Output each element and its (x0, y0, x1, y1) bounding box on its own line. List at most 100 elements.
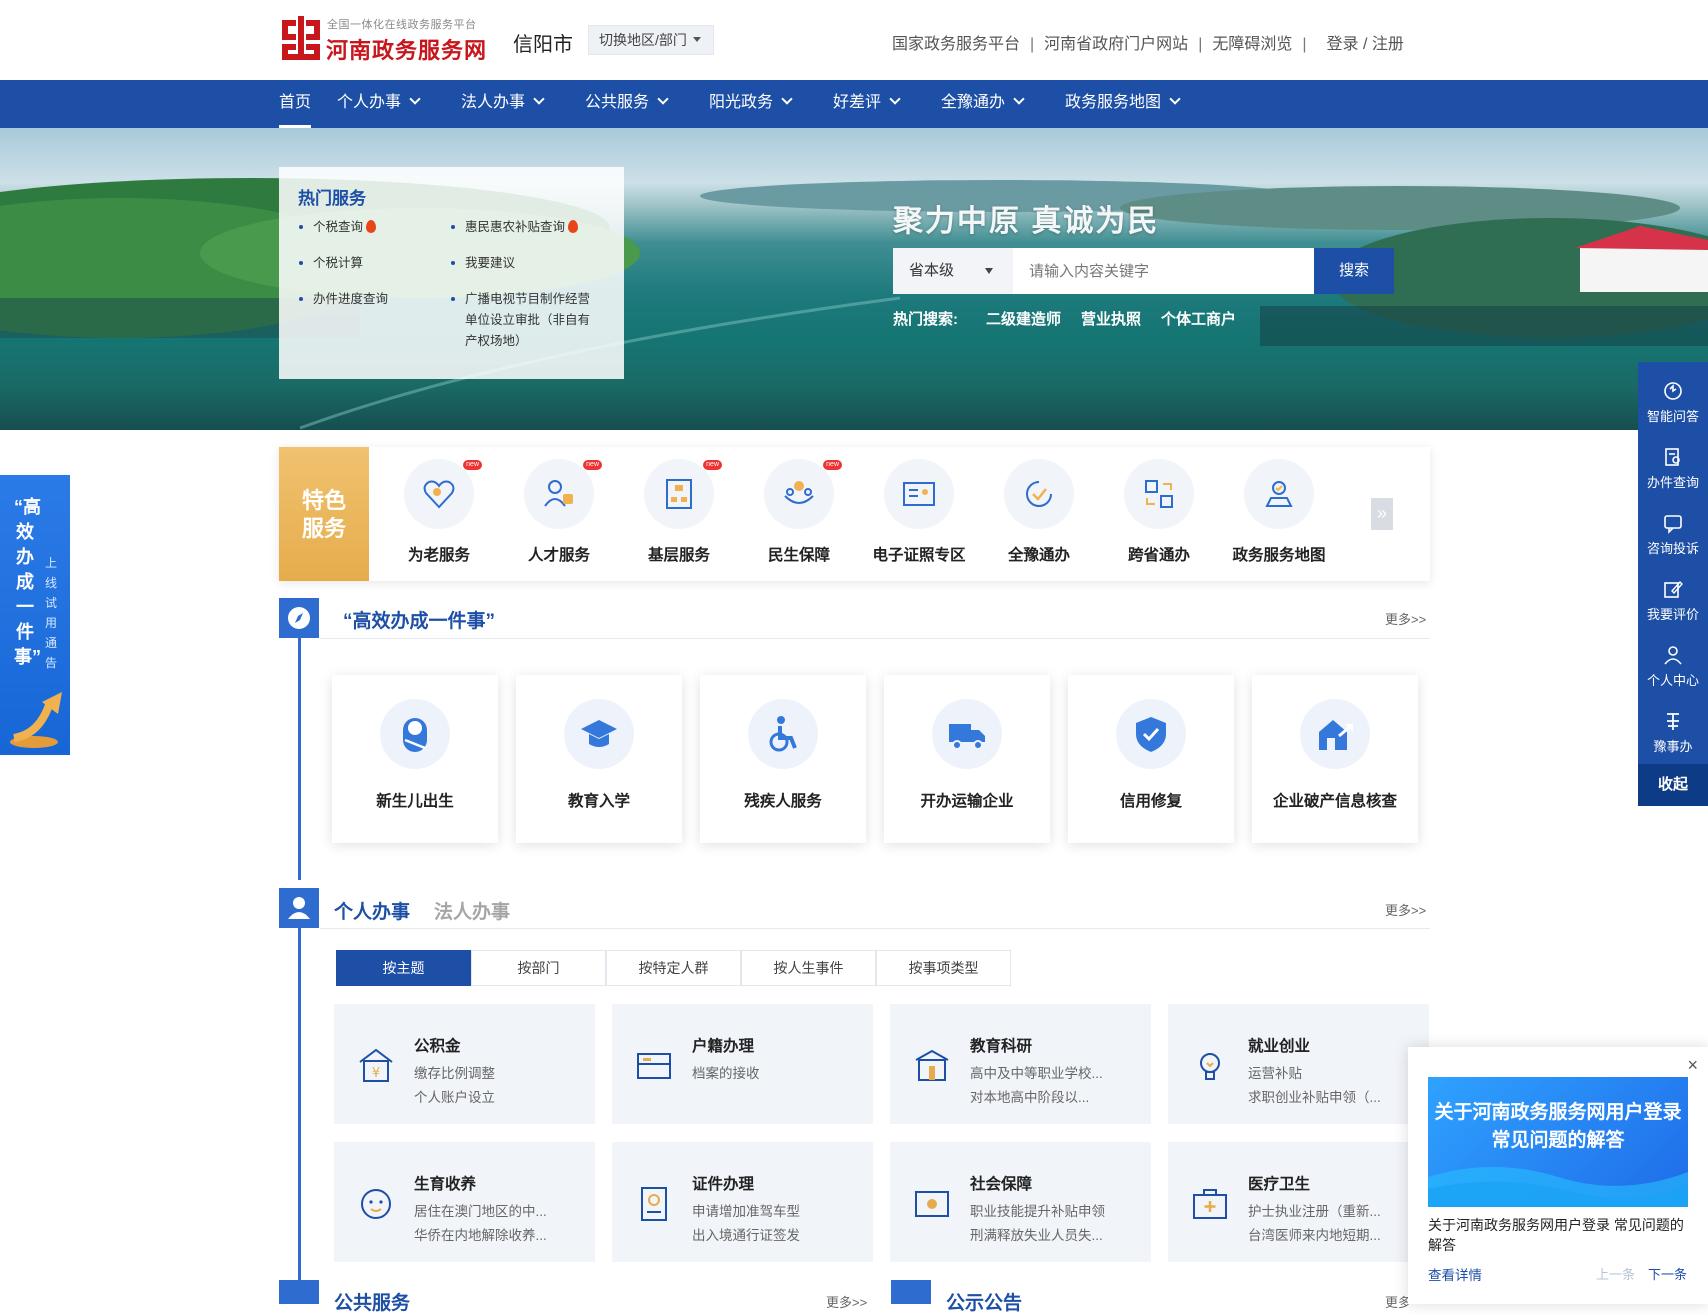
feature-icon-wrap (884, 459, 954, 529)
view-detail-link[interactable]: 查看详情 (1428, 1264, 1482, 1284)
feature-talent[interactable]: new 人才服务 (499, 459, 619, 571)
nav-sunshine-gov[interactable]: 阳光政务 (709, 80, 793, 128)
category-subitem[interactable]: 台湾医师来内地短期... (1248, 1224, 1408, 1244)
rb-case-query[interactable]: 办件查询 (1638, 438, 1708, 504)
nav-label: 全豫通办 (941, 94, 1006, 111)
new-badge: new (463, 460, 482, 470)
category-education[interactable]: 教育科研 高中及中等职业学校... 对本地高中阶段以... (890, 1004, 1151, 1124)
hot-search-keyword[interactable]: 个体工商户 (1161, 311, 1236, 328)
category-employment[interactable]: 就业创业 运营补贴 求职创业补贴申领（... (1168, 1004, 1429, 1124)
logo-title[interactable]: 河南政务服务网 (326, 33, 487, 65)
right-floating-toolbar: 智能问答 办件查询 咨询投诉 我要评价 个人中心 豫事办 收起 (1638, 362, 1708, 806)
search-input[interactable] (1013, 248, 1307, 294)
category-subitem[interactable]: 护士执业注册（重新... (1248, 1200, 1408, 1220)
category-subitem[interactable]: 华侨在内地解除收养... (414, 1224, 574, 1244)
tab-personal-affairs[interactable]: 个人办事 (334, 897, 410, 924)
category-subitem[interactable]: 求职创业补贴申领（... (1248, 1086, 1408, 1106)
category-subitem[interactable]: 申请增加准驾车型 (692, 1200, 852, 1220)
hot-search-keyword[interactable]: 二级建造师 (986, 311, 1061, 328)
rb-yushiban[interactable]: 豫事办 (1638, 702, 1708, 768)
efficient-card-transport[interactable]: 开办运输企业 (884, 675, 1050, 843)
category-subitem[interactable]: 缴存比例调整 (414, 1062, 574, 1082)
link-national-platform[interactable]: 国家政务服务平台 (892, 30, 1020, 54)
collapse-button[interactable]: 收起 (1638, 764, 1708, 806)
tab-by-group[interactable]: 按特定人群 (606, 950, 741, 986)
category-subitem[interactable]: 运营补贴 (1248, 1062, 1408, 1082)
category-subitem[interactable]: 出入境通行证签发 (692, 1224, 852, 1244)
category-subitem[interactable]: 高中及中等职业学校... (970, 1062, 1130, 1082)
category-title: 教育科研 (970, 1038, 1033, 1055)
efficient-card-school[interactable]: 教育入学 (516, 675, 682, 843)
transfer-icon (1145, 480, 1173, 508)
tab-by-life-event[interactable]: 按人生事件 (741, 950, 876, 986)
feature-livelihood[interactable]: new 民生保障 (739, 459, 859, 571)
category-healthcare[interactable]: 医疗卫生 护士执业注册（重新... 台湾医师来内地短期... (1168, 1142, 1429, 1262)
public-service-more-link[interactable]: 更多>> (826, 1292, 867, 1311)
category-subitem[interactable]: 对本地高中阶段以... (970, 1086, 1130, 1106)
feature-henan-wide[interactable]: 全豫通办 (979, 459, 1099, 571)
efficient-card-newborn[interactable]: 新生儿出生 (332, 675, 498, 843)
category-subitem[interactable]: 居住在澳门地区的中... (414, 1200, 574, 1220)
category-subitem[interactable]: 职业技能提升补贴申领 (970, 1200, 1130, 1220)
graduation-cap-icon (581, 720, 617, 747)
category-household-registration[interactable]: 户籍办理 档案的接收 (612, 1004, 873, 1124)
category-certificates[interactable]: 证件办理 申请增加准驾车型 出入境通行证签发 (612, 1142, 873, 1262)
efficient-card-bankruptcy[interactable]: 企业破产信息核查 (1252, 675, 1418, 843)
nav-rating[interactable]: 好差评 (833, 80, 901, 128)
efficient-more-link[interactable]: 更多>> (1385, 609, 1426, 628)
category-social-security[interactable]: 社会保障 职业技能提升补贴申领 刑满释放失业人员失... (890, 1142, 1151, 1262)
featured-next-button[interactable]: » (1371, 498, 1393, 530)
tab-corporate-affairs[interactable]: 法人办事 (434, 897, 510, 924)
divider: | (1302, 36, 1307, 53)
hot-service-item[interactable]: 个税计算 (299, 253, 363, 274)
personal-more-link[interactable]: 更多>> (1385, 900, 1426, 919)
prev-item-link[interactable]: 上一条 (1596, 1264, 1635, 1283)
nav-service-map[interactable]: 政务服务地图 (1065, 80, 1181, 128)
login-register-link[interactable]: 登录 / 注册 (1327, 30, 1404, 54)
efficient-card-credit[interactable]: 信用修复 (1068, 675, 1234, 843)
tab-by-item-type[interactable]: 按事项类型 (876, 950, 1011, 986)
rb-evaluate[interactable]: 我要评价 (1638, 570, 1708, 636)
category-housing-fund[interactable]: ¥ 公积金 缴存比例调整 个人账户设立 (334, 1004, 595, 1124)
link-accessibility[interactable]: 无障碍浏览 (1212, 30, 1292, 54)
switch-region-dropdown[interactable]: 切换地区/部门 (588, 25, 714, 55)
popup-banner-image[interactable]: 关于河南政务服务网用户登录常见问题的解答 (1428, 1077, 1688, 1207)
rb-personal-center[interactable]: 个人中心 (1638, 636, 1708, 702)
fire-icon (568, 220, 579, 233)
category-subitem[interactable]: 档案的接收 (692, 1062, 852, 1082)
search-button[interactable]: 搜索 (1314, 248, 1394, 294)
efficient-card-disabled[interactable]: 残疾人服务 (700, 675, 866, 843)
feature-service-map[interactable]: 政务服务地图 (1219, 459, 1339, 571)
nav-home[interactable]: 首页 (279, 80, 312, 128)
feature-elderly[interactable]: new 为老服务 (379, 459, 499, 571)
rb-smart-qa[interactable]: 智能问答 (1638, 372, 1708, 438)
card-label: 开办运输企业 (920, 793, 1014, 810)
category-subitem[interactable]: 刑满释放失业人员失... (970, 1224, 1130, 1244)
tab-by-department[interactable]: 按部门 (471, 950, 606, 986)
hot-service-item[interactable]: 我要建议 (451, 253, 515, 274)
hot-search-keyword[interactable]: 营业执照 (1081, 311, 1141, 328)
search-level-value: 省本级 (909, 262, 955, 279)
rb-consult-complain[interactable]: 咨询投诉 (1638, 504, 1708, 570)
hot-service-item[interactable]: 办件进度查询 (299, 289, 388, 310)
nav-corporate[interactable]: 法人办事 (461, 80, 545, 128)
hot-service-item[interactable]: 惠民惠农补贴查询 (451, 217, 579, 238)
nav-public-service[interactable]: 公共服务 (585, 80, 669, 128)
link-provincial-portal[interactable]: 河南省政府门户网站 (1044, 30, 1188, 54)
next-item-link[interactable]: 下一条 (1648, 1264, 1687, 1283)
close-icon[interactable]: × (1687, 1055, 1698, 1076)
search-level-select[interactable]: 省本级 (893, 248, 1013, 294)
nav-henan-wide[interactable]: 全豫通办 (941, 80, 1025, 128)
category-title: 社会保障 (970, 1176, 1033, 1193)
nav-personal[interactable]: 个人办事 (337, 80, 421, 128)
rb-label: 豫事办 (1653, 739, 1693, 754)
feature-cross-province[interactable]: 跨省通办 (1099, 459, 1219, 571)
hot-service-item[interactable]: 个税查询 (299, 217, 377, 238)
category-subitem[interactable]: 个人账户设立 (414, 1086, 574, 1106)
efficient-notice-float[interactable]: “高效办成一件事” 上线试用通告 (0, 475, 70, 755)
tab-by-theme[interactable]: 按主题 (336, 950, 471, 986)
feature-grassroots[interactable]: new 基层服务 (619, 459, 739, 571)
category-birth-adoption[interactable]: 生育收养 居住在澳门地区的中... 华侨在内地解除收养... (334, 1142, 595, 1262)
hot-service-item[interactable]: 广播电视节目制作经营单位设立审批（非自有产权场地） (451, 289, 601, 352)
feature-e-license[interactable]: 电子证照专区 (859, 459, 979, 571)
